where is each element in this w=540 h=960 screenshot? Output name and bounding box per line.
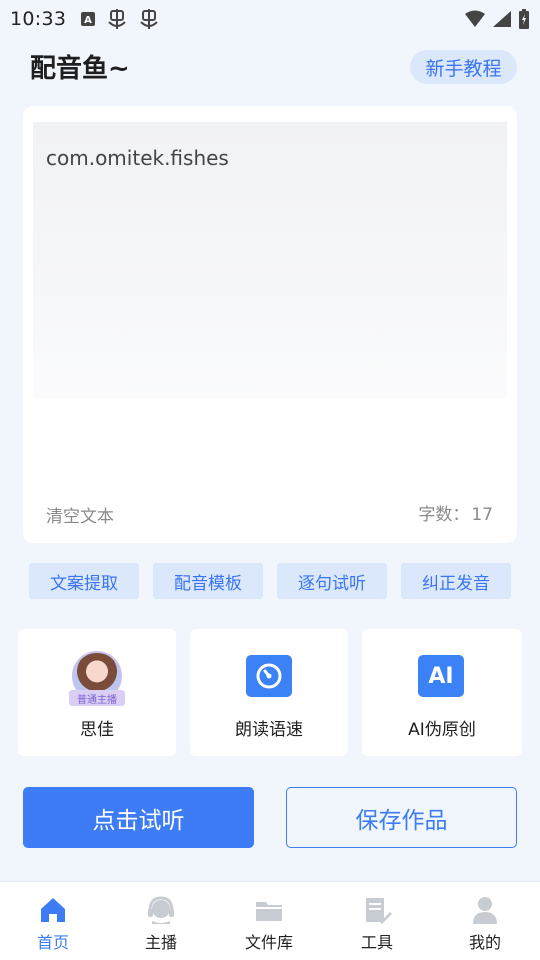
nav-tools-label: 工具 (360, 933, 393, 952)
save-work-button[interactable]: 保存作品 (286, 787, 517, 848)
bug-icon (108, 9, 126, 29)
clear-text-button[interactable]: 清空文本 (46, 502, 114, 527)
voice-anchor-card[interactable]: 普通主播 思佳 (18, 629, 176, 756)
bottom-navigation: 首页 主播 文件库 工具 我的 (0, 881, 540, 960)
nav-anchor[interactable]: 主播 (116, 882, 206, 960)
signal-icon (493, 11, 511, 27)
user-icon (469, 894, 501, 926)
anchor-badge: 普通主播 (69, 690, 125, 706)
wifi-icon (465, 10, 485, 27)
system-icons (464, 9, 530, 29)
nav-files-label: 文件库 (244, 933, 293, 952)
text-input-area[interactable]: com.omitek.fishes (33, 122, 507, 398)
folder-icon (253, 894, 285, 926)
app-title: 配音鱼~ (30, 54, 130, 84)
char-count-value: 17 (471, 505, 493, 525)
nav-anchor-label: 主播 (144, 933, 177, 952)
char-count: 字数： 17 (416, 500, 493, 525)
dubbing-template-button[interactable]: 配音模板 (153, 563, 263, 599)
ai-rewrite-label: AI伪原创 (408, 720, 476, 740)
anchor-name: 思佳 (80, 720, 114, 740)
correct-pronunciation-button[interactable]: 纠正发音 (401, 563, 511, 599)
notification-icons: A (80, 8, 160, 30)
copy-extract-button[interactable]: 文案提取 (29, 563, 139, 599)
reading-speed-card[interactable]: 朗读语速 (190, 629, 348, 756)
nav-mine[interactable]: 我的 (440, 882, 530, 960)
tutorial-button[interactable]: 新手教程 (410, 50, 517, 84)
nav-files[interactable]: 文件库 (224, 882, 314, 960)
home-icon (37, 894, 69, 926)
ai-icon: AI (418, 655, 464, 697)
ai-rewrite-card[interactable]: AI AI伪原创 (362, 629, 522, 756)
svg-text:A: A (84, 15, 92, 26)
nav-tools[interactable]: 工具 (332, 882, 422, 960)
bug-icon (140, 9, 158, 29)
quick-actions: 文案提取 配音模板 逐句试听 纠正发音 (0, 563, 540, 599)
char-count-label: 字数： (418, 505, 470, 525)
status-bar: 10:33 A (0, 0, 540, 38)
status-time: 10:33 (10, 8, 67, 30)
nav-home[interactable]: 首页 (8, 882, 98, 960)
nav-home-label: 首页 (36, 933, 69, 952)
text-editor-card: com.omitek.fishes 清空文本 字数： 17 (23, 106, 517, 543)
battery-icon (519, 9, 529, 29)
headset-icon (145, 894, 177, 926)
sentence-preview-button[interactable]: 逐句试听 (277, 563, 387, 599)
nav-mine-label: 我的 (468, 933, 501, 952)
reading-speed-label: 朗读语速 (235, 720, 303, 740)
tools-icon (361, 894, 393, 926)
speed-dial-icon (246, 655, 292, 697)
preview-listen-button[interactable]: 点击试听 (23, 787, 254, 848)
a-badge-icon: A (81, 12, 96, 26)
editor-text: com.omitek.fishes (46, 146, 229, 170)
